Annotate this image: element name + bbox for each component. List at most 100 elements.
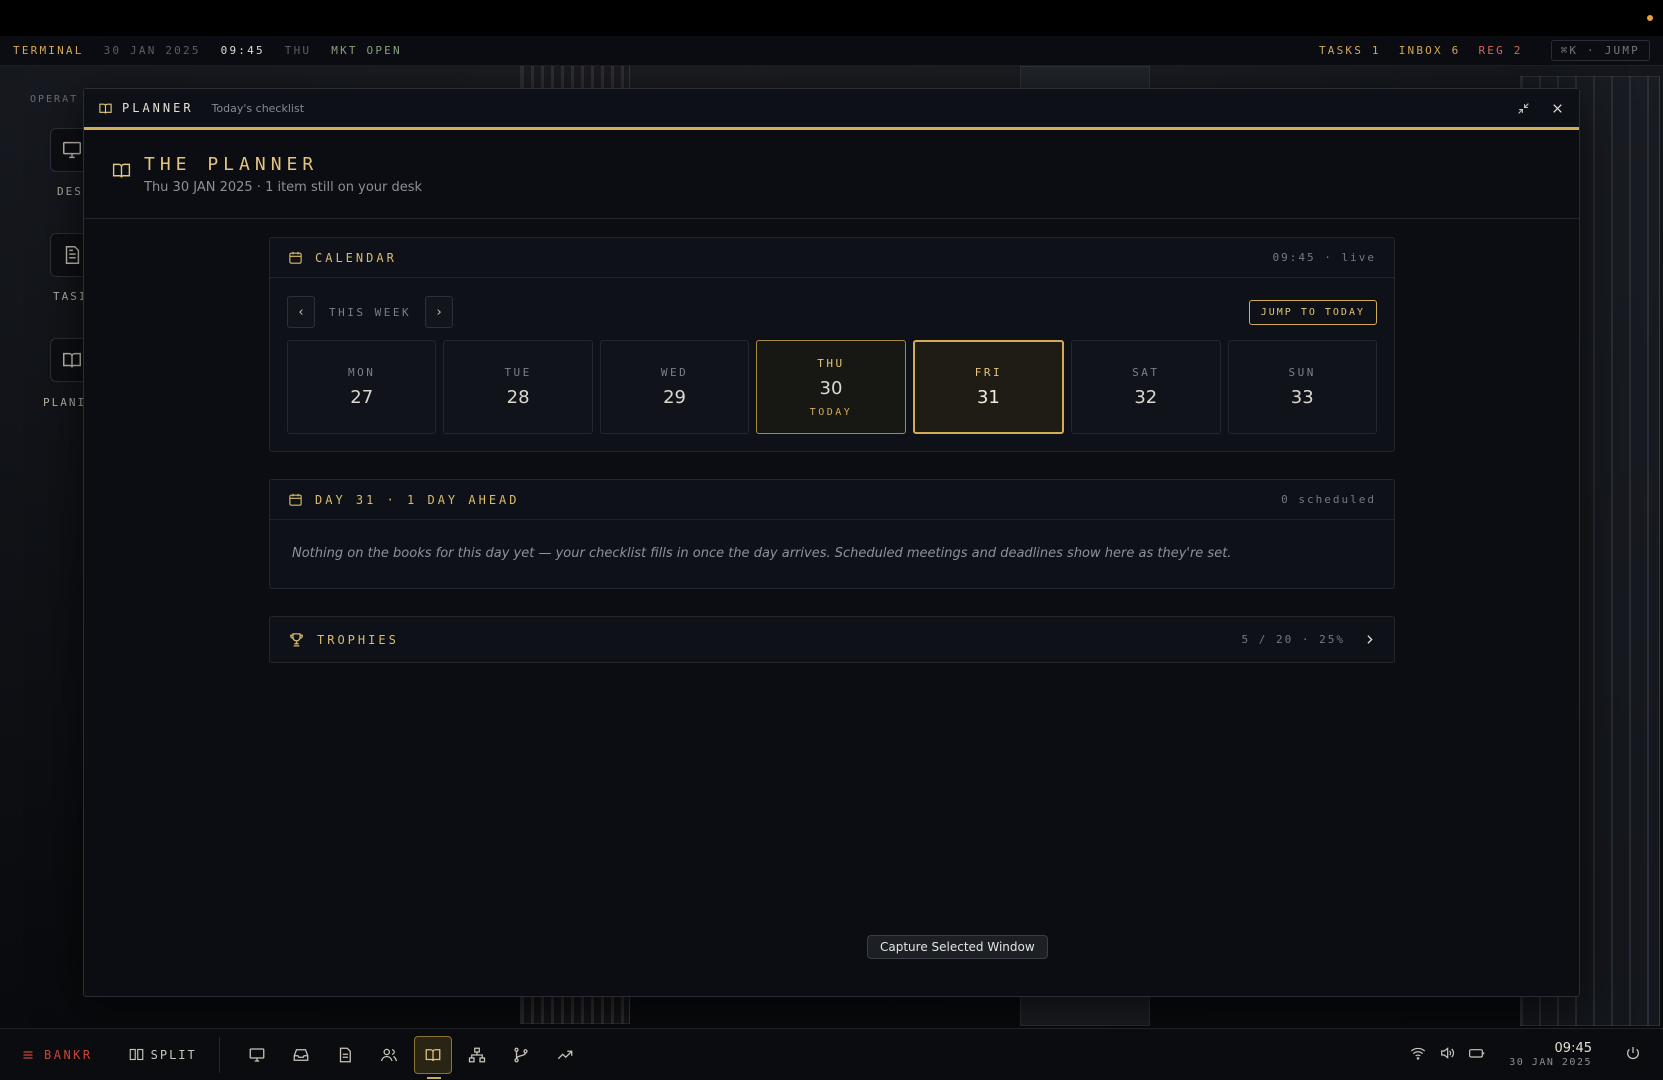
day-number: 28 bbox=[506, 387, 530, 408]
day-thu-today[interactable]: THU 30 TODAY bbox=[756, 340, 906, 434]
dock-brand-label: BANKR bbox=[44, 1047, 93, 1062]
dock-separator bbox=[218, 1036, 220, 1073]
document-icon bbox=[339, 1047, 351, 1062]
status-time: 09:45 bbox=[220, 44, 265, 57]
wifi-icon[interactable] bbox=[1410, 1045, 1426, 1065]
day-number: 32 bbox=[1134, 387, 1158, 408]
calendar-panel-header: CALENDAR 09:45 · live bbox=[270, 238, 1394, 278]
trophy-icon bbox=[290, 633, 303, 647]
monitor-icon bbox=[63, 141, 81, 159]
day-tue[interactable]: TUE 28 bbox=[443, 340, 593, 434]
dock-time: 09:45 bbox=[1554, 1041, 1592, 1056]
trophies-row[interactable]: TROPHIES 5 / 20 · 25% bbox=[269, 616, 1395, 663]
recording-indicator bbox=[1647, 15, 1653, 21]
power-icon[interactable] bbox=[1625, 1045, 1641, 1065]
window-subtitle: Today's checklist bbox=[211, 101, 305, 115]
day-detail-panel: DAY 31 · 1 DAY AHEAD 0 scheduled Nothing… bbox=[269, 479, 1395, 589]
status-bar: TERMINAL 30 JAN 2025 09:45 THU MKT OPEN … bbox=[0, 36, 1663, 66]
status-tasks[interactable]: TASKS 1 bbox=[1319, 44, 1381, 57]
day-name: THU bbox=[817, 356, 845, 370]
page-title: THE PLANNER bbox=[144, 154, 319, 175]
window-header: THE PLANNER Thu 30 JAN 2025 · 1 item sti… bbox=[84, 130, 1579, 219]
calendar-title: CALENDAR bbox=[315, 250, 397, 265]
top-black-bar bbox=[0, 0, 1663, 36]
day-name: MON bbox=[348, 366, 376, 379]
trophies-title: TROPHIES bbox=[317, 632, 399, 647]
planner-window: PLANNER Today's checklist THE PLANNER Th… bbox=[83, 88, 1580, 997]
day-sat[interactable]: SAT 32 bbox=[1071, 340, 1221, 434]
dock-clock[interactable]: 09:45 30 JAN 2025 bbox=[1509, 1041, 1592, 1068]
status-weekday: THU bbox=[284, 44, 312, 57]
day-detail-header: DAY 31 · 1 DAY AHEAD 0 scheduled bbox=[270, 480, 1394, 520]
minimize-button[interactable] bbox=[1515, 100, 1531, 116]
day-wed[interactable]: WED 29 bbox=[599, 340, 750, 434]
inbox-icon bbox=[293, 1048, 309, 1061]
status-brand: TERMINAL bbox=[13, 44, 84, 57]
today-tag: TODAY bbox=[809, 406, 853, 418]
dock-date: 30 JAN 2025 bbox=[1509, 1057, 1592, 1068]
window-titlebar[interactable]: PLANNER Today's checklist bbox=[84, 89, 1579, 130]
page-subtitle: Thu 30 JAN 2025 · 1 item still on your d… bbox=[144, 180, 423, 195]
prev-week-button[interactable]: ‹ bbox=[287, 296, 315, 328]
dock-org[interactable] bbox=[458, 1036, 496, 1074]
dock: BANKR SPLIT 09:45 30 JAN 2025 bbox=[0, 1028, 1663, 1080]
jump-to-today-button[interactable]: JUMP TO TODAY bbox=[1248, 299, 1377, 325]
calendar-icon bbox=[289, 493, 302, 506]
dock-trends[interactable] bbox=[546, 1036, 584, 1074]
status-reg[interactable]: REG 2 bbox=[1478, 44, 1522, 57]
users-icon bbox=[380, 1048, 397, 1061]
desktop-section-label: OPERAT bbox=[30, 94, 79, 105]
day-number: 30 bbox=[819, 377, 843, 399]
close-icon bbox=[1552, 103, 1562, 113]
trend-icon bbox=[557, 1050, 573, 1059]
day-number: 31 bbox=[976, 387, 1000, 408]
day-number: 29 bbox=[663, 387, 686, 408]
day-number: 27 bbox=[350, 387, 374, 408]
status-inbox[interactable]: INBOX 6 bbox=[1399, 44, 1461, 57]
week-days: MON 27 TUE 28 WED 29 THU 30 TODAY FRI 31… bbox=[287, 340, 1377, 434]
dock-menu-button[interactable]: BANKR bbox=[22, 1048, 93, 1062]
split-button[interactable]: SPLIT bbox=[129, 1048, 197, 1062]
day-fri-selected[interactable]: FRI 31 bbox=[912, 340, 1065, 434]
close-button[interactable] bbox=[1549, 100, 1565, 116]
dock-planner[interactable] bbox=[413, 1035, 452, 1079]
trophies-progress: 5 / 20 · 25% bbox=[1241, 633, 1345, 646]
next-week-button[interactable]: › bbox=[425, 296, 454, 328]
dock-people[interactable] bbox=[370, 1036, 408, 1074]
day-name: FRI bbox=[974, 366, 1003, 379]
battery-icon[interactable] bbox=[1468, 1045, 1486, 1065]
day-sun[interactable]: SUN 33 bbox=[1227, 340, 1377, 434]
calendar-icon bbox=[289, 251, 302, 264]
split-icon bbox=[129, 1048, 143, 1061]
scheduled-count: 0 scheduled bbox=[1281, 493, 1376, 506]
window-title: PLANNER bbox=[122, 101, 194, 115]
day-name: SAT bbox=[1132, 366, 1160, 379]
planner-content: CALENDAR 09:45 · live ‹ THIS WEEK › JUMP… bbox=[269, 237, 1395, 663]
chevron-right-icon: › bbox=[436, 304, 442, 320]
command-jump-button[interactable]: ⌘K · JUMP bbox=[1550, 40, 1650, 61]
book-icon bbox=[99, 103, 112, 114]
dock-desk[interactable] bbox=[238, 1036, 276, 1074]
hierarchy-icon bbox=[468, 1047, 485, 1062]
day-detail-title: DAY 31 · 1 DAY AHEAD bbox=[315, 492, 520, 507]
chevron-right-icon bbox=[1363, 633, 1376, 646]
calendar-panel: CALENDAR 09:45 · live ‹ THIS WEEK › JUMP… bbox=[269, 237, 1395, 452]
day-name: TUE bbox=[504, 366, 532, 379]
dock-branch[interactable] bbox=[502, 1036, 540, 1074]
capture-tooltip: Capture Selected Window bbox=[867, 935, 1048, 959]
chevron-left-icon: ‹ bbox=[298, 304, 304, 320]
empty-state-text: Nothing on the books for this day yet — … bbox=[292, 546, 1232, 561]
desk-tile-label: DES bbox=[57, 185, 83, 198]
planner-tile-label: PLANI bbox=[43, 396, 87, 409]
dock-inbox[interactable] bbox=[282, 1036, 320, 1074]
day-number: 33 bbox=[1290, 387, 1314, 408]
split-label: SPLIT bbox=[150, 1047, 197, 1062]
status-date: 30 JAN 2025 bbox=[103, 44, 201, 57]
volume-icon[interactable] bbox=[1439, 1045, 1455, 1065]
dock-tasks[interactable] bbox=[326, 1036, 364, 1074]
collapse-icon bbox=[1517, 102, 1529, 114]
dock-apps bbox=[238, 1035, 584, 1079]
day-mon[interactable]: MON 27 bbox=[287, 340, 437, 434]
book-icon bbox=[112, 163, 131, 178]
branch-icon bbox=[514, 1047, 528, 1062]
